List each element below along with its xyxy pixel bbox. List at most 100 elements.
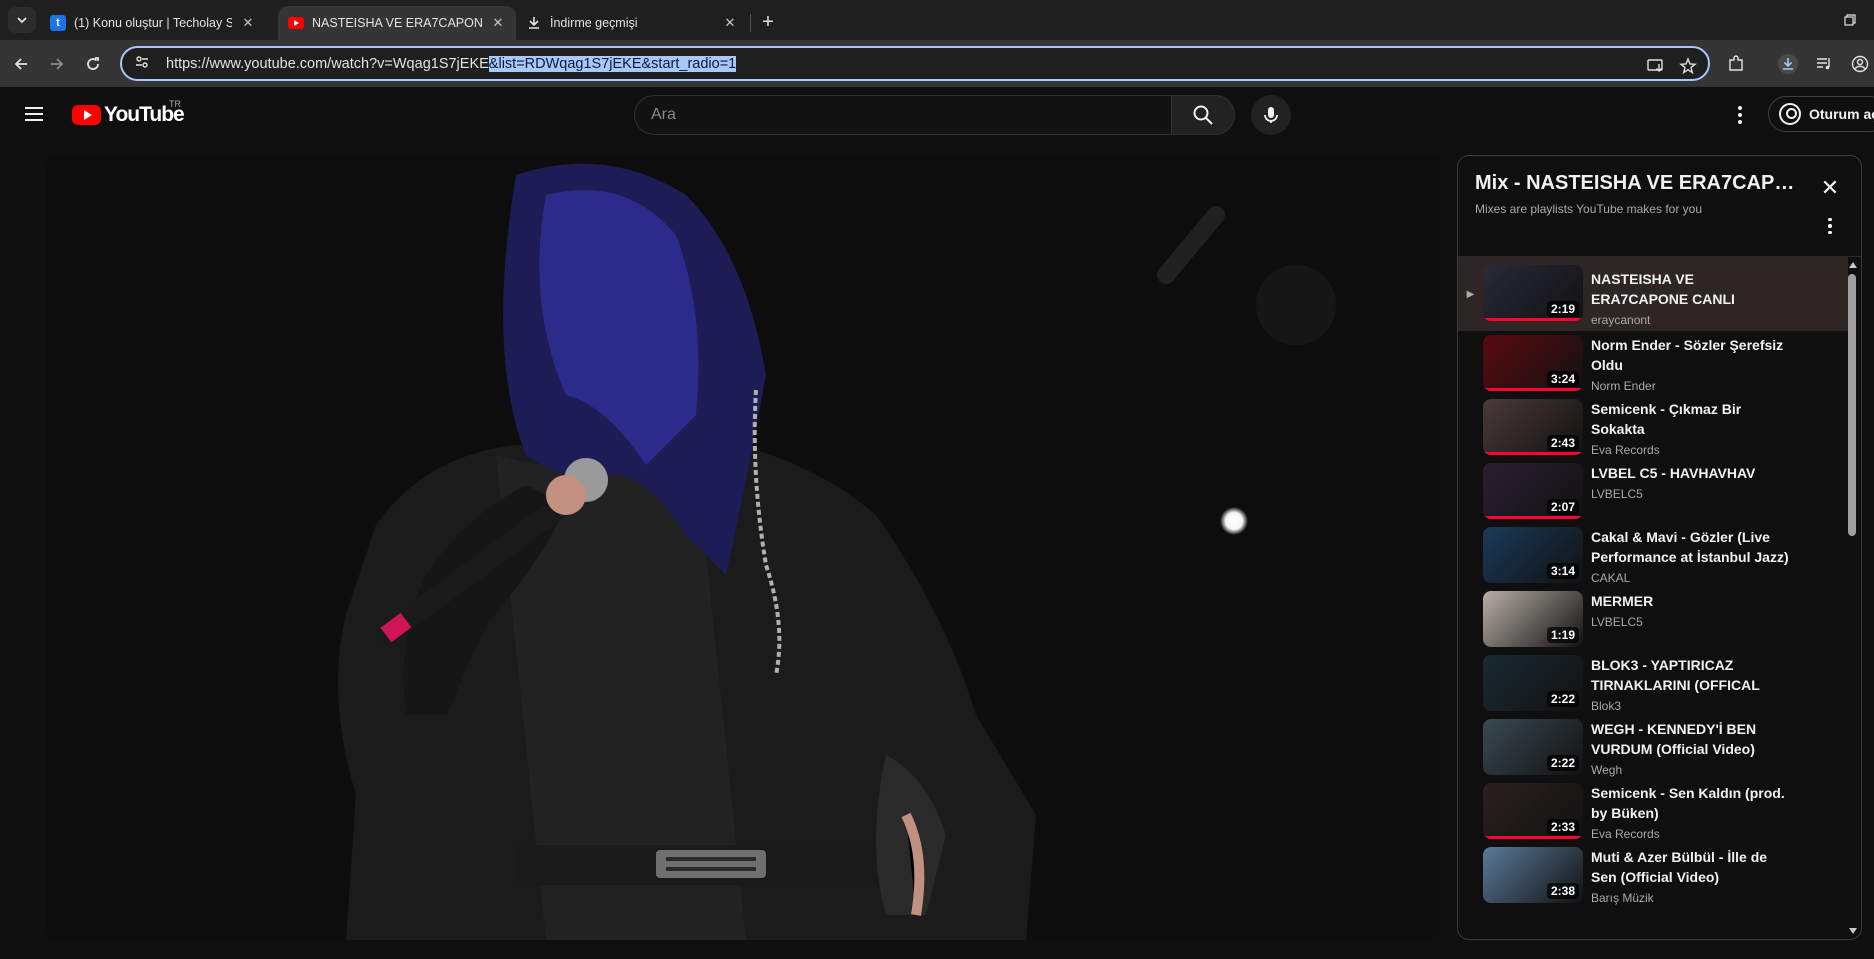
- media-controls-icon[interactable]: [1812, 52, 1836, 76]
- video-title[interactable]: Semicenk - Çıkmaz Bir Sokakta: [1591, 399, 1791, 439]
- settings-more-icon[interactable]: [1728, 103, 1752, 127]
- site-info-icon[interactable]: [134, 54, 154, 73]
- video-meta: WEGH - KENNEDY'İ BEN VURDUM (Official Vi…: [1591, 715, 1791, 779]
- menu-icon[interactable]: [22, 103, 46, 127]
- video-title[interactable]: BLOK3 - YAPTIRICAZ TIRNAKLARINI (OFFICAL…: [1591, 655, 1791, 695]
- video-thumbnail[interactable]: 3:24: [1483, 335, 1583, 391]
- sign-in-button[interactable]: Oturum aç: [1768, 96, 1874, 132]
- video-meta: BLOK3 - YAPTIRICAZ TIRNAKLARINI (OFFICAL…: [1591, 651, 1791, 715]
- tab-downloads[interactable]: İndirme geçmişi ✕: [516, 6, 748, 40]
- channel-name[interactable]: LVBELC5: [1591, 487, 1791, 501]
- video-duration: 3:24: [1546, 371, 1579, 387]
- video-title[interactable]: LVBEL C5 - HAVHAVHAV: [1591, 463, 1791, 483]
- url-selected: &list=RDWqag1S7jEKE&start_radio=1: [488, 55, 737, 72]
- video-thumbnail[interactable]: 2:43: [1483, 399, 1583, 455]
- video-title[interactable]: MERMER: [1591, 591, 1791, 611]
- video-title[interactable]: NASTEISHA VE ERA7CAPONE CANLI KONSER - F…: [1591, 269, 1791, 309]
- new-tab-button[interactable]: +: [756, 10, 780, 34]
- video-title[interactable]: Muti & Azer Bülbül - İlle de Sen (Offici…: [1591, 847, 1791, 887]
- close-tab-icon[interactable]: ✕: [240, 15, 256, 31]
- playlist-more-icon[interactable]: [1820, 214, 1840, 238]
- playlist-item[interactable]: 2:22 BLOK3 - YAPTIRICAZ TIRNAKLARINI (OFF…: [1458, 651, 1848, 715]
- playlist-title[interactable]: Mix - NASTEISHA VE ERA7CAPONE CANLI KONS…: [1475, 172, 1805, 195]
- playlist-item[interactable]: ▶ 2:19 NASTEISHA VE ERA7CAPONE CANLI KONSE…: [1458, 257, 1848, 331]
- playlist-item[interactable]: 3:14 Cakal & Mavi - Gözler (Live Performa…: [1458, 523, 1848, 587]
- channel-name[interactable]: Blok3: [1591, 699, 1791, 713]
- playlist-item[interactable]: 2:33 Semicenk - Sen Kaldın (prod. by Büke…: [1458, 779, 1848, 843]
- playlist-index: [1458, 331, 1483, 395]
- video-title[interactable]: Cakal & Mavi - Gözler (Live Performance …: [1591, 527, 1791, 567]
- playlist-panel: Mix - NASTEISHA VE ERA7CAPONE CANLI KONS…: [1457, 155, 1862, 940]
- youtube-logo[interactable]: YouTube TR: [72, 99, 185, 127]
- scroll-down-arrow[interactable]: [1849, 928, 1857, 934]
- video-thumbnail[interactable]: 2:22: [1483, 719, 1583, 775]
- video-title[interactable]: WEGH - KENNEDY'İ BEN VURDUM (Official Vi…: [1591, 719, 1791, 759]
- tab-techolay[interactable]: t (1) Konu oluştur | Techolay Sosyal ✕: [40, 6, 266, 40]
- video-thumbnail[interactable]: 2:22: [1483, 655, 1583, 711]
- restore-window-icon[interactable]: [1840, 10, 1860, 30]
- channel-name[interactable]: LVBELC5: [1591, 615, 1791, 629]
- video-thumbnail[interactable]: 2:07: [1483, 463, 1583, 519]
- close-tab-icon[interactable]: ✕: [722, 15, 738, 31]
- video-player[interactable]: [46, 155, 1440, 940]
- channel-name[interactable]: Eva Records: [1591, 443, 1791, 457]
- video-duration: 2:33: [1546, 819, 1579, 835]
- video-duration: 2:07: [1546, 499, 1579, 515]
- playlist-index: [1458, 523, 1483, 587]
- tab-youtube[interactable]: NASTEISHA VE ERA7CAPONE CANLI KONSER - F…: [278, 6, 516, 40]
- youtube-header: YouTube TR Oturum aç: [0, 87, 1874, 143]
- now-playing-icon: ▶: [1466, 288, 1475, 300]
- channel-name[interactable]: eraycanont: [1591, 313, 1791, 327]
- video-duration: 2:22: [1546, 755, 1579, 771]
- playlist-item[interactable]: 1:19 MERMER LVBELC5: [1458, 587, 1848, 651]
- tab-separator: [750, 14, 751, 32]
- profile-icon[interactable]: [1848, 52, 1872, 76]
- youtube-page: YouTube TR Oturum aç: [0, 87, 1874, 959]
- bookmark-star-icon[interactable]: [1678, 56, 1698, 76]
- video-thumbnail[interactable]: 2:33: [1483, 783, 1583, 839]
- playlist-item[interactable]: 2:07 LVBEL C5 - HAVHAVHAV LVBELC5: [1458, 459, 1848, 523]
- video-thumbnail[interactable]: 2:19: [1483, 265, 1583, 321]
- chevron-down-icon: [17, 17, 27, 24]
- playlist-item[interactable]: 3:24 Norm Ender - Sözler Şerefsiz Oldu Nor…: [1458, 331, 1848, 395]
- search-input[interactable]: [651, 106, 1131, 124]
- channel-name[interactable]: Eva Records: [1591, 827, 1791, 841]
- channel-name[interactable]: Barış Müzik: [1591, 891, 1791, 905]
- playlist-item[interactable]: 2:43 Semicenk - Çıkmaz Bir Sokakta Eva Rec…: [1458, 395, 1848, 459]
- back-icon[interactable]: [8, 51, 34, 77]
- address-bar[interactable]: https://www.youtube.com/watch?v=Wqag1S7j…: [120, 46, 1710, 81]
- forward-icon[interactable]: [44, 51, 70, 77]
- video-thumbnail[interactable]: 2:38: [1483, 847, 1583, 903]
- tab-title: NASTEISHA VE ERA7CAPONE CANLI KONSER - F…: [312, 16, 482, 30]
- video-thumbnail[interactable]: 1:19: [1483, 591, 1583, 647]
- video-duration: 1:19: [1546, 627, 1579, 643]
- playlist-item[interactable]: 2:38 Muti & Azer Bülbül - İlle de Sen (Of…: [1458, 843, 1848, 907]
- video-meta: Semicenk - Çıkmaz Bir Sokakta Eva Records: [1591, 395, 1791, 459]
- scroll-up-arrow[interactable]: [1849, 262, 1857, 268]
- close-playlist-icon[interactable]: ✕: [1818, 175, 1842, 200]
- install-app-icon[interactable]: [1646, 56, 1666, 76]
- scrollbar-thumb[interactable]: [1848, 274, 1856, 536]
- tab-search-button[interactable]: [8, 7, 36, 33]
- techolay-icon: t: [50, 15, 66, 31]
- extensions-icon[interactable]: [1724, 52, 1748, 76]
- search-button[interactable]: [1171, 95, 1235, 135]
- close-tab-icon[interactable]: ✕: [490, 15, 506, 31]
- youtube-play-icon: [72, 105, 101, 125]
- video-title[interactable]: Semicenk - Sen Kaldın (prod. by Büken): [1591, 783, 1791, 823]
- voice-search-button[interactable]: [1251, 95, 1291, 135]
- reload-icon[interactable]: [80, 51, 106, 77]
- video-duration: 2:19: [1546, 301, 1579, 317]
- url-plain: https://www.youtube.com/watch?v=Wqag1S7j…: [166, 55, 489, 72]
- video-thumbnail[interactable]: 3:14: [1483, 527, 1583, 583]
- channel-name[interactable]: Wegh: [1591, 763, 1791, 777]
- channel-name[interactable]: Norm Ender: [1591, 379, 1791, 393]
- video-duration: 2:43: [1546, 435, 1579, 451]
- video-title[interactable]: Norm Ender - Sözler Şerefsiz Oldu: [1591, 335, 1791, 375]
- watched-progress-bar: [1483, 388, 1583, 391]
- channel-name[interactable]: CAKAL: [1591, 571, 1791, 585]
- playlist-index: [1458, 715, 1483, 779]
- downloads-icon[interactable]: [1776, 52, 1800, 76]
- playlist-item[interactable]: 2:22 WEGH - KENNEDY'İ BEN VURDUM (Officia…: [1458, 715, 1848, 779]
- tab-title: İndirme geçmişi: [550, 16, 638, 30]
